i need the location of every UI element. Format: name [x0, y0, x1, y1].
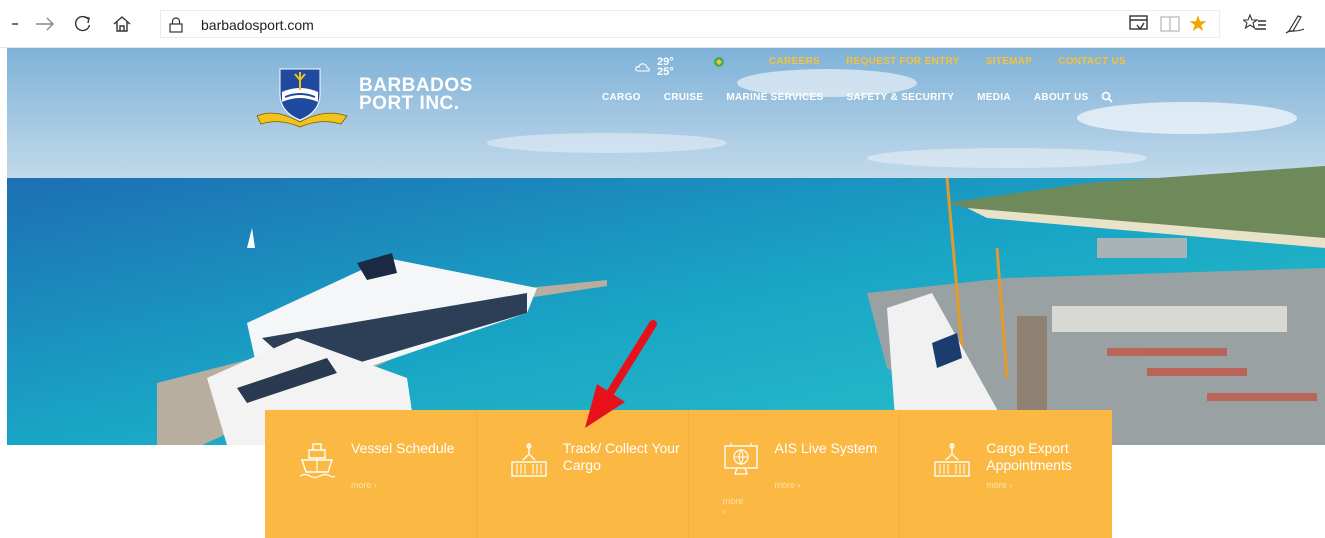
port-logo[interactable]	[255, 64, 355, 130]
home-icon[interactable]	[107, 9, 137, 39]
back-icon[interactable]	[0, 9, 30, 39]
nav-request-for-entry[interactable]: REQUEST FOR ENTRY	[846, 56, 960, 67]
quick-link-vessel-schedule[interactable]: Vessel Schedule more ›	[265, 410, 477, 538]
favorite-star-icon[interactable]: ★	[1183, 9, 1213, 39]
nav-media[interactable]: MEDIA	[977, 92, 1011, 103]
tile-title: Cargo Export Appointments	[986, 440, 1072, 473]
url-text: barbadosport.com	[201, 17, 314, 33]
reading-view-icon[interactable]	[1155, 9, 1185, 39]
nav-safety-security[interactable]: SAFETY & SECURITY	[846, 92, 954, 103]
nav-cruise[interactable]: CRUISE	[664, 92, 704, 103]
browser-toolbar: barbadosport.com ★	[0, 0, 1325, 48]
hero-photo	[7, 48, 1325, 445]
crane-cargo-icon	[511, 443, 547, 477]
utility-nav: CAREERS REQUEST FOR ENTRY SITEMAP CONTAC…	[769, 56, 1126, 67]
monitor-globe-icon	[723, 443, 758, 475]
brand-name[interactable]: BARBADOS PORT INC.	[359, 76, 473, 114]
quick-link-cargo-export[interactable]: Cargo Export Appointments more ›	[900, 410, 1112, 538]
address-bar[interactable]: barbadosport.com	[160, 10, 1220, 38]
more-link[interactable]: more ›	[986, 480, 1012, 490]
favorites-list-icon[interactable]	[1240, 9, 1270, 39]
lock-icon	[169, 17, 183, 38]
tab-preview-icon[interactable]	[1124, 9, 1154, 39]
forward-icon[interactable]	[30, 9, 60, 39]
nav-sitemap[interactable]: SITEMAP	[986, 56, 1033, 67]
cloud-icon	[635, 63, 650, 72]
pen-notes-icon[interactable]	[1280, 9, 1310, 39]
nav-cargo[interactable]: CARGO	[602, 92, 641, 103]
nav-about-us[interactable]: ABOUT US	[1034, 92, 1089, 103]
search-icon[interactable]	[1101, 91, 1113, 103]
main-nav: CARGO CRUISE MARINE SERVICES SAFETY & SE…	[602, 92, 1089, 103]
hero-banner: BARBADOS PORT INC. 29° 25° CAREERS REQUE…	[7, 48, 1325, 445]
crane-cargo-icon	[934, 443, 970, 477]
nav-careers[interactable]: CAREERS	[769, 56, 820, 67]
nav-marine-services[interactable]: MARINE SERVICES	[726, 92, 823, 103]
annotation-arrow-icon	[585, 320, 657, 428]
quick-link-ais-live[interactable]: AIS Live System more ›	[689, 410, 901, 538]
more-link[interactable]: more ›	[351, 480, 377, 490]
tile-title: Track/ Collect Your Cargo	[562, 440, 680, 473]
tile-title: Vessel Schedule	[351, 440, 455, 456]
ship-icon	[299, 443, 336, 479]
tile-title: AIS Live System	[774, 440, 878, 456]
nav-contact-us[interactable]: CONTACT US	[1058, 56, 1126, 67]
refresh-icon[interactable]	[68, 9, 98, 39]
language-flag-icon[interactable]	[712, 56, 726, 68]
brand-line-2: PORT INC.	[359, 93, 460, 114]
more-link[interactable]: more ›	[775, 480, 801, 490]
weather-low-temp: 25°	[657, 66, 674, 78]
quick-links-bar: Vessel Schedule more › Track/ Collect Yo…	[265, 410, 1112, 538]
